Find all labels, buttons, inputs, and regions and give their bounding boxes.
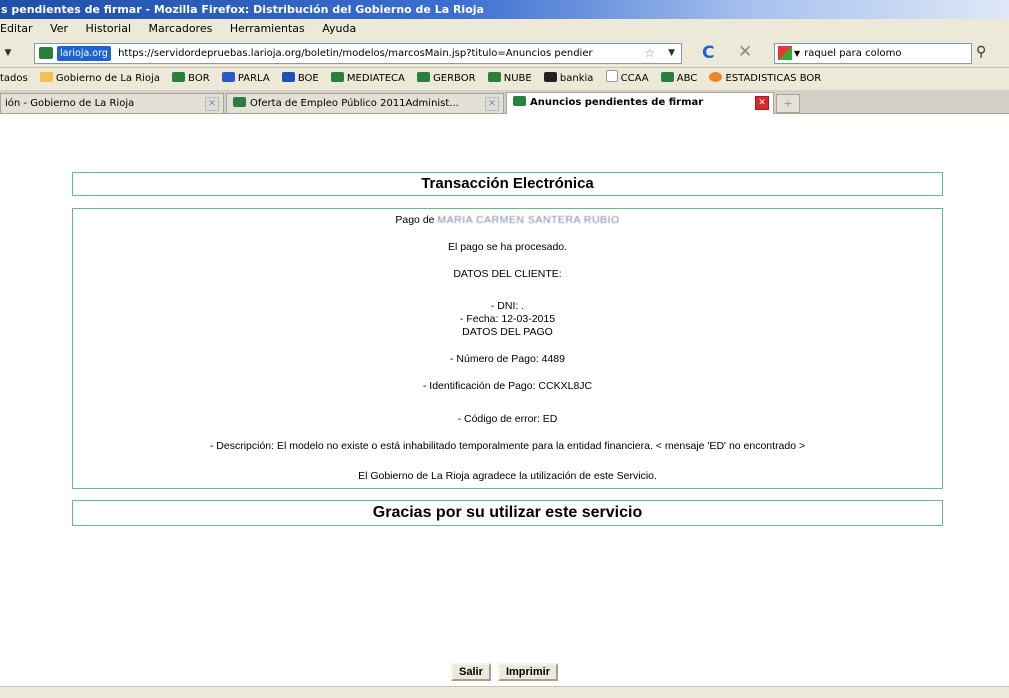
descripcion-text: - Descripción: El modelo no existe o est…	[209, 440, 806, 452]
site-icon	[221, 72, 235, 82]
menu-historial[interactable]: Historial	[86, 22, 131, 35]
bookmark-item[interactable]: MEDIATECA	[330, 68, 405, 90]
bookmark-label: Gobierno de La Rioja	[55, 73, 160, 84]
site-icon	[660, 72, 674, 82]
bookmark-label: BOR	[188, 73, 210, 84]
bookmark-label: bankia	[559, 73, 594, 84]
search-engine-dropdown-icon[interactable]: ▼	[794, 49, 800, 58]
search-input-value[interactable]: raquel para colomo	[804, 48, 901, 59]
folder-icon	[39, 72, 53, 82]
bookmark-item[interactable]: PARLA	[221, 68, 270, 90]
new-tab-button[interactable]: +	[776, 94, 800, 113]
tab-gobierno[interactable]: ión - Gobierno de La Rioja ✕	[0, 93, 224, 113]
history-dropdown-icon[interactable]: ▼	[0, 45, 16, 61]
menu-editar[interactable]: Editar	[0, 22, 33, 35]
menu-ver[interactable]: Ver	[50, 22, 68, 35]
codigo-error-text: - Código de error: ED	[457, 413, 558, 425]
bookmark-item[interactable]: CCAA	[605, 68, 649, 90]
pago-de-line: Pago de MARIA CARMEN SANTERA RUBIO	[73, 214, 942, 226]
search-input[interactable]: ▼ raquel para colomo	[774, 43, 972, 64]
tab-oferta-empleo[interactable]: Oferta de Empleo Público 2011Administ...…	[226, 93, 504, 113]
menu-ayuda[interactable]: Ayuda	[322, 22, 356, 35]
search-icon[interactable]: ⚲	[976, 43, 986, 61]
tab-label: Anuncios pendientes de firmar	[530, 97, 704, 108]
thanks-box: Gracias por su utilizar este servicio	[72, 500, 943, 526]
dni-text: - DNI: .	[490, 300, 525, 312]
site-icon	[417, 72, 431, 82]
datos-pago-heading: DATOS DEL PAGO	[462, 326, 553, 338]
tab-anuncios-pendientes[interactable]: Anuncios pendientes de firmar ✕	[506, 92, 774, 114]
bookmark-item[interactable]: ABC	[660, 68, 698, 90]
agradecimiento-text: El Gobierno de La Rioja agradece la util…	[358, 470, 657, 482]
salir-button[interactable]: Salir	[451, 663, 491, 681]
bookmark-item[interactable]: Gobierno de La Rioja	[39, 68, 160, 90]
navigation-bar: ▼ larioja.org https://servidordepruebas.…	[0, 39, 1009, 68]
bankia-icon	[543, 72, 557, 82]
menu-bar: Editar Ver Historial Marcadores Herramie…	[0, 19, 1009, 39]
bookmark-label: PARLA	[237, 73, 270, 84]
bookmark-item[interactable]: BOR	[172, 68, 210, 90]
url-dropdown-icon[interactable]: ▼	[668, 44, 675, 63]
bookmark-item[interactable]: tados	[0, 68, 28, 90]
payer-name-redacted: MARIA CARMEN SANTERA RUBIO	[437, 214, 620, 226]
transaction-title-box: Transacción Electrónica	[72, 172, 943, 196]
site-icon	[513, 96, 526, 106]
numero-pago-text: - Número de Pago: 4489	[450, 353, 565, 365]
bookmark-label: NUBE	[503, 73, 532, 84]
imprimir-button[interactable]: Imprimir	[497, 663, 558, 681]
menu-herramientas[interactable]: Herramientas	[230, 22, 305, 35]
menu-marcadores[interactable]: Marcadores	[149, 22, 213, 35]
site-icon	[233, 97, 246, 107]
globe-icon	[709, 72, 723, 82]
bookmark-item[interactable]: NUBE	[487, 68, 532, 90]
fecha-text: - Fecha: 12-03-2015	[459, 313, 556, 325]
page-icon	[605, 70, 618, 82]
url-text[interactable]: https://servidordepruebas.larioja.org/bo…	[118, 48, 593, 59]
bookmark-label: BOE	[297, 73, 319, 84]
thanks-text: Gracias por su utilizar este servicio	[372, 504, 643, 521]
site-icon	[172, 72, 186, 82]
page-title: Transacción Electrónica	[421, 175, 594, 192]
bookmark-item[interactable]: BOE	[281, 68, 319, 90]
bookmark-item[interactable]: bankia	[543, 68, 594, 90]
tab-bar: ión - Gobierno de La Rioja ✕ Oferta de E…	[0, 90, 1009, 114]
window-title-bar: s pendientes de firmar - Mozilla Firefox…	[0, 0, 1009, 19]
search-engine-icon[interactable]	[778, 46, 792, 60]
close-tab-icon[interactable]: ✕	[205, 97, 219, 111]
site-icon	[330, 72, 344, 82]
transaction-details-box: Pago de MARIA CARMEN SANTERA RUBIO El pa…	[72, 208, 943, 489]
tab-label: ión - Gobierno de La Rioja	[5, 98, 135, 109]
bookmark-label: ESTADISTICAS BOR	[725, 73, 822, 84]
bookmark-label: MEDIATECA	[346, 73, 405, 84]
bookmark-label: CCAA	[620, 73, 649, 84]
datos-cliente-heading: DATOS DEL CLIENTE:	[453, 268, 562, 280]
identificacion-pago-text: - Identificación de Pago: CCKXL8JC	[422, 380, 593, 392]
site-identity-badge[interactable]: larioja.org	[57, 46, 111, 61]
window-title: s pendientes de firmar - Mozilla Firefox…	[1, 3, 484, 16]
action-buttons: Salir Imprimir	[0, 660, 1009, 681]
pago-de-label: Pago de	[395, 214, 435, 226]
url-bar[interactable]: larioja.org https://servidordepruebas.la…	[34, 43, 682, 64]
site-icon	[281, 72, 295, 82]
bookmark-star-icon[interactable]: ☆	[644, 44, 655, 63]
bookmark-label: tados	[0, 73, 28, 84]
procesado-text: El pago se ha procesado.	[447, 241, 568, 253]
bookmarks-toolbar: tados Gobierno de La Rioja BOR PARLA BOE…	[0, 68, 1009, 90]
bookmark-label: ABC	[676, 73, 698, 84]
reload-icon[interactable]: C	[702, 43, 714, 63]
status-bar	[0, 686, 1009, 698]
bookmark-label: GERBOR	[433, 73, 476, 84]
site-favicon-icon	[39, 47, 53, 59]
site-icon	[487, 72, 501, 82]
tab-label: Oferta de Empleo Público 2011Administ...	[250, 98, 459, 109]
close-tab-icon[interactable]: ✕	[755, 96, 769, 110]
bookmark-item[interactable]: ESTADISTICAS BOR	[709, 68, 821, 90]
bookmark-item[interactable]: GERBOR	[417, 68, 476, 90]
close-tab-icon[interactable]: ✕	[485, 97, 499, 111]
stop-icon[interactable]: ✕	[738, 42, 752, 62]
